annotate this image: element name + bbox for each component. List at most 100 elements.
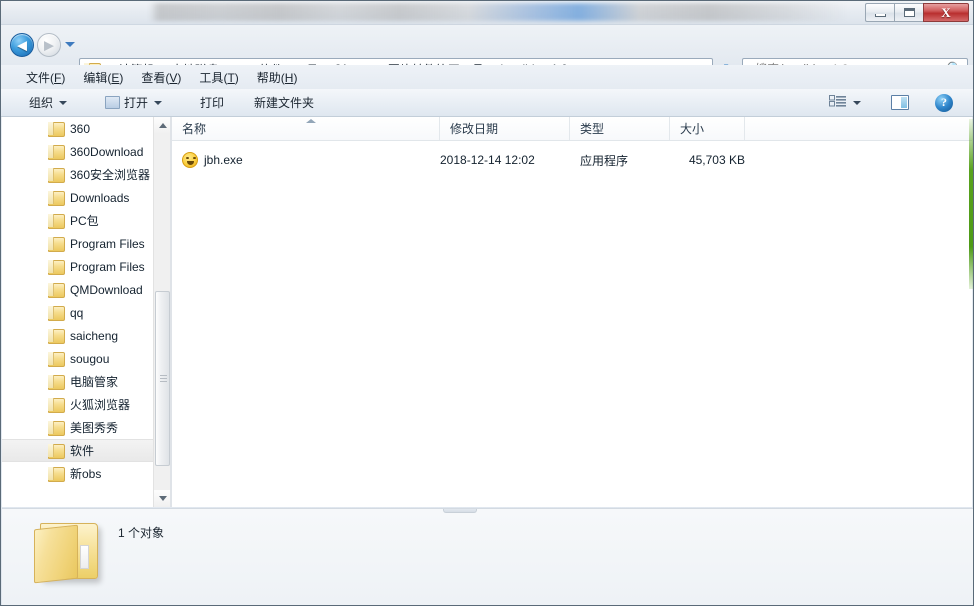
tree-item-sougou[interactable]: sougou bbox=[2, 347, 154, 370]
large-folder-icon bbox=[34, 517, 106, 587]
tree-item-downloads[interactable]: Downloads bbox=[2, 186, 154, 209]
menu-item-view[interactable]: 查看(V) bbox=[132, 66, 190, 89]
navigation-pane[interactable]: 360 360Download 360安全浏览器 Downloads PC包 P… bbox=[2, 117, 170, 507]
tree-item-label: PC包 bbox=[70, 214, 99, 228]
folder-icon bbox=[48, 122, 65, 137]
file-list-pane[interactable]: 名称 修改日期 类型 大小 jbh.exe 2018-12-14 12:02 应… bbox=[172, 117, 972, 507]
tree-item-label: 360Download bbox=[70, 144, 144, 159]
column-header-name[interactable]: 名称 bbox=[172, 117, 440, 140]
tree-item-label: 软件 bbox=[70, 444, 95, 458]
recent-locations-button[interactable] bbox=[65, 42, 75, 47]
menu-edit-text: 编辑 bbox=[83, 70, 108, 85]
tree-item-label: 美图秀秀 bbox=[70, 421, 119, 435]
tree-item-label: 电脑管家 bbox=[70, 375, 119, 389]
menu-item-help[interactable]: 帮助(H) bbox=[248, 66, 307, 89]
tree-item-label: QMDownload bbox=[70, 282, 143, 297]
menu-item-edit[interactable]: 编辑(E) bbox=[74, 66, 132, 89]
menu-bar: 文件(F) 编辑(E) 查看(V) 工具(T) 帮助(H) bbox=[1, 65, 973, 89]
tree-item-new-obs[interactable]: 新obs bbox=[2, 462, 154, 485]
scroll-down-button[interactable] bbox=[154, 490, 171, 507]
tree-item-firefox[interactable]: 火狐浏览器 bbox=[2, 393, 154, 416]
tree-item-program-files-x86[interactable]: Program Files bbox=[2, 255, 154, 278]
folder-icon bbox=[48, 306, 65, 321]
file-name-label: jbh.exe bbox=[204, 153, 243, 167]
column-header-size[interactable]: 大小 bbox=[670, 117, 745, 140]
chevron-up-icon bbox=[158, 123, 167, 128]
folder-icon bbox=[48, 260, 65, 275]
menu-edit-key: E bbox=[111, 70, 120, 85]
folder-icon bbox=[48, 329, 65, 344]
tree-item-label: 新obs bbox=[70, 467, 102, 481]
open-button[interactable]: 打开 bbox=[97, 91, 170, 114]
column-header-date[interactable]: 修改日期 bbox=[440, 117, 570, 140]
tree-item-label: Program Files bbox=[70, 236, 145, 251]
table-row[interactable]: jbh.exe 2018-12-14 12:02 应用程序 45,703 KB bbox=[172, 149, 972, 171]
folder-paper-shape bbox=[80, 545, 89, 569]
help-button[interactable]: ? bbox=[927, 91, 961, 115]
maximize-icon bbox=[903, 8, 915, 17]
tree-item-meitu[interactable]: 美图秀秀 bbox=[2, 416, 154, 439]
open-label: 打开 bbox=[124, 96, 149, 110]
navigation-pane-scrollbar[interactable] bbox=[153, 117, 171, 507]
tree-item-computer-manager[interactable]: 电脑管家 bbox=[2, 370, 154, 393]
preview-pane-button[interactable] bbox=[883, 92, 917, 113]
folder-front-shape bbox=[34, 524, 78, 584]
tree-item-pcbao[interactable]: PC包 bbox=[2, 209, 154, 232]
close-button[interactable]: X bbox=[923, 3, 969, 22]
open-file-icon bbox=[105, 96, 121, 109]
column-size-label: 大小 bbox=[680, 122, 705, 136]
file-type-cell: 应用程序 bbox=[580, 153, 629, 168]
forward-button[interactable]: ▶ bbox=[37, 33, 61, 57]
address-bar-row: ◀ ▶ ▸ 计算机 ▸ 本地磁盘 (D:) ▸ 软件 ▸ 5月 ▸ 31 ▸ J… bbox=[1, 25, 973, 80]
file-size-cell: 45,703 KB bbox=[688, 153, 745, 167]
new-folder-button[interactable]: 新建文件夹 bbox=[246, 91, 322, 114]
tree-item-program-files[interactable]: Program Files bbox=[2, 232, 154, 255]
menu-help-text: 帮助 bbox=[256, 70, 281, 85]
tree-item-360browser[interactable]: 360安全浏览器 bbox=[2, 163, 154, 186]
scrollbar-thumb[interactable] bbox=[155, 291, 170, 466]
file-date-cell: 2018-12-14 12:02 bbox=[440, 153, 535, 167]
folder-icon bbox=[48, 421, 65, 436]
window-title-obscured bbox=[149, 3, 849, 21]
menu-view-text: 查看 bbox=[141, 70, 166, 85]
menu-item-tools[interactable]: 工具(T) bbox=[190, 66, 247, 89]
tree-item-label: saicheng bbox=[70, 328, 119, 343]
menu-help-key: H bbox=[284, 70, 294, 85]
back-button[interactable]: ◀ bbox=[10, 33, 34, 57]
tree-item-qq[interactable]: qq bbox=[2, 301, 154, 324]
file-name-cell[interactable]: jbh.exe bbox=[172, 152, 440, 168]
tree-item-qmdownload[interactable]: QMDownload bbox=[2, 278, 154, 301]
column-type-label: 类型 bbox=[580, 122, 605, 136]
menu-item-file[interactable]: 文件(F) bbox=[17, 66, 74, 89]
tree-item-360download[interactable]: 360Download bbox=[2, 140, 154, 163]
print-button[interactable]: 打印 bbox=[192, 91, 232, 114]
folder-icon bbox=[48, 398, 65, 413]
menu-view-key: V bbox=[169, 70, 178, 85]
column-header-type[interactable]: 类型 bbox=[570, 117, 670, 140]
help-icon: ? bbox=[935, 93, 953, 112]
title-bar[interactable]: X bbox=[1, 1, 973, 25]
tree-item-saicheng[interactable]: saicheng bbox=[2, 324, 154, 347]
column-name-label: 名称 bbox=[182, 122, 207, 136]
scroll-up-button[interactable] bbox=[154, 117, 171, 134]
chevron-down-icon bbox=[853, 100, 861, 105]
column-header-row: 名称 修改日期 类型 大小 bbox=[172, 117, 972, 141]
tree-item-software[interactable]: 软件 bbox=[2, 439, 154, 462]
folder-icon bbox=[48, 444, 65, 459]
maximize-button[interactable] bbox=[894, 3, 923, 22]
organize-label: 组织 bbox=[29, 96, 54, 110]
minimize-button[interactable] bbox=[865, 3, 894, 22]
close-icon: X bbox=[941, 4, 951, 20]
details-pane-resize-grip[interactable] bbox=[443, 509, 477, 513]
change-view-button[interactable] bbox=[821, 92, 869, 113]
tree-item-360[interactable]: 360 bbox=[2, 117, 154, 140]
tree-item-label: Program Files bbox=[70, 259, 145, 274]
forward-arrow-icon: ▶ bbox=[44, 37, 54, 53]
organize-button[interactable]: 组织 bbox=[21, 91, 75, 114]
preview-pane-icon bbox=[891, 95, 909, 110]
status-bar: 1 个对象 bbox=[2, 508, 973, 605]
folder-icon bbox=[48, 352, 65, 367]
tree-item-label: 火狐浏览器 bbox=[70, 398, 131, 412]
tree-item-label: qq bbox=[70, 305, 84, 320]
folder-icon bbox=[48, 191, 65, 206]
